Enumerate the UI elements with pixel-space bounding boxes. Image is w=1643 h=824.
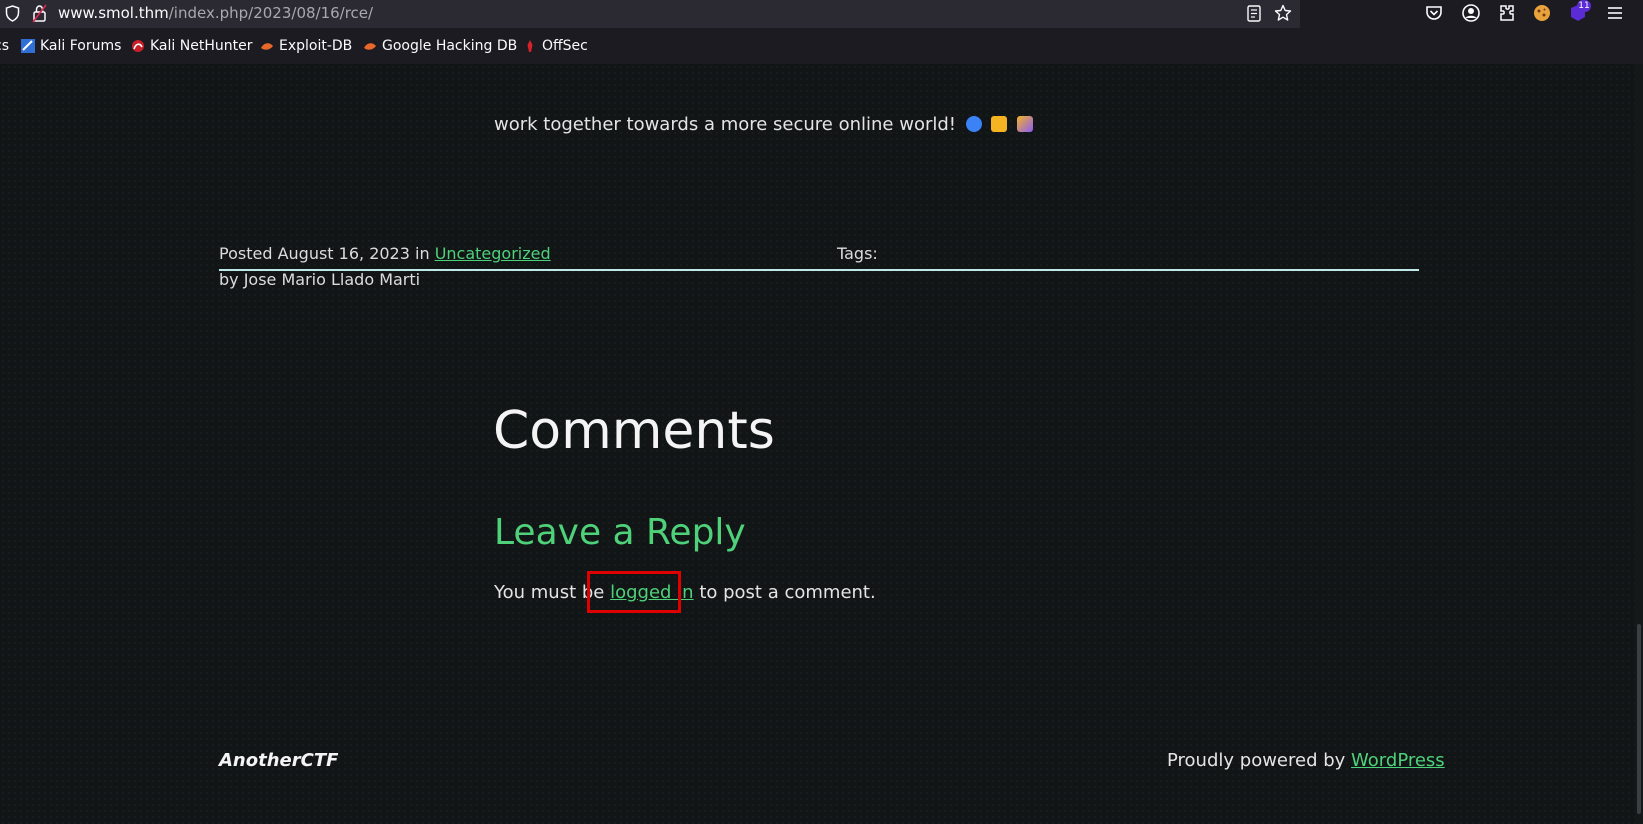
browser-chrome: www.smol.thm/index.php/2023/08/16/rce/ 1…: [0, 0, 1643, 64]
bookmark-item[interactable]: cs: [0, 38, 9, 54]
powered-by: Proudly powered by WordPress: [1167, 750, 1445, 771]
powered-by-text: Proudly powered by: [1167, 750, 1346, 771]
posted-label: Posted: [219, 244, 273, 263]
post-tags-label: Tags:: [837, 244, 878, 263]
logged-in-link[interactable]: logged in: [610, 582, 694, 603]
bookmark-label: Exploit-DB: [279, 38, 353, 54]
post-body-partial-line: work together towards a more secure onli…: [494, 114, 1034, 135]
post-body-text: work together towards a more secure onli…: [494, 114, 957, 135]
must-log-in-message: You must be logged in to post a comment.: [494, 582, 876, 603]
bookmark-label: Kali NetHunter: [150, 38, 253, 54]
post-meta: Posted August 16, 2023 in Uncategorized: [219, 244, 551, 263]
bookmark-item[interactable]: OffSec: [523, 38, 588, 54]
lock-insecure-icon[interactable]: [32, 4, 47, 23]
shield-icon[interactable]: [5, 5, 20, 22]
comments-heading: Comments: [493, 401, 775, 461]
kali-forums-icon: [21, 39, 35, 53]
extensions-icon[interactable]: [1497, 3, 1517, 23]
cookie-extension-icon[interactable]: [1532, 3, 1552, 23]
wordpress-link[interactable]: WordPress: [1351, 750, 1445, 771]
page-content: work together towards a more secure onli…: [0, 64, 1643, 824]
bookmark-item[interactable]: Kali Forums: [21, 38, 121, 54]
url-host: www.smol.thm: [58, 4, 169, 22]
bookmark-label: cs: [0, 38, 9, 54]
url-path: /index.php/2023/08/16/rce/: [168, 4, 374, 22]
bookmark-item[interactable]: Exploit-DB: [260, 38, 352, 54]
lock-emoji-icon: [991, 116, 1008, 132]
bookmark-label: Google Hacking DB: [382, 38, 518, 54]
url-text[interactable]: www.smol.thm/index.php/2023/08/16/rce/: [58, 4, 373, 22]
category-link[interactable]: Uncategorized: [435, 244, 551, 263]
page-scrollbar[interactable]: [1635, 64, 1643, 824]
address-bar[interactable]: www.smol.thm/index.php/2023/08/16/rce/: [0, 0, 1300, 28]
pocket-icon[interactable]: [1424, 3, 1444, 23]
bookmark-item[interactable]: Google Hacking DB: [363, 38, 517, 54]
leave-reply-heading: Leave a Reply: [494, 512, 746, 553]
globe-emoji-icon: [965, 116, 982, 132]
must-log-in-prefix: You must be: [494, 582, 605, 603]
bookmark-star-icon[interactable]: [1274, 4, 1292, 22]
kali-nethunter-icon: [132, 40, 144, 52]
must-log-in-suffix: to post a comment.: [699, 582, 876, 603]
google-hacking-db-icon: [364, 43, 376, 50]
extension-badge: 11: [1577, 0, 1591, 12]
in-label: in: [415, 244, 430, 263]
party-popper-emoji-icon: [1017, 116, 1034, 132]
bookmark-label: Kali Forums: [40, 38, 122, 54]
account-icon[interactable]: [1461, 3, 1481, 23]
scrollbar-thumb[interactable]: [1637, 624, 1641, 814]
exploit-db-icon: [261, 43, 273, 50]
post-date: August 16, 2023: [277, 244, 410, 263]
post-author: by Jose Mario Llado Marti: [219, 270, 421, 289]
bookmark-item[interactable]: Kali NetHunter: [131, 38, 252, 54]
bookmark-label: OffSec: [542, 38, 588, 54]
reader-view-icon[interactable]: [1247, 5, 1261, 22]
menu-icon[interactable]: [1605, 3, 1625, 23]
site-title[interactable]: AnotherCTF: [219, 750, 338, 771]
offsec-icon: [527, 40, 533, 52]
